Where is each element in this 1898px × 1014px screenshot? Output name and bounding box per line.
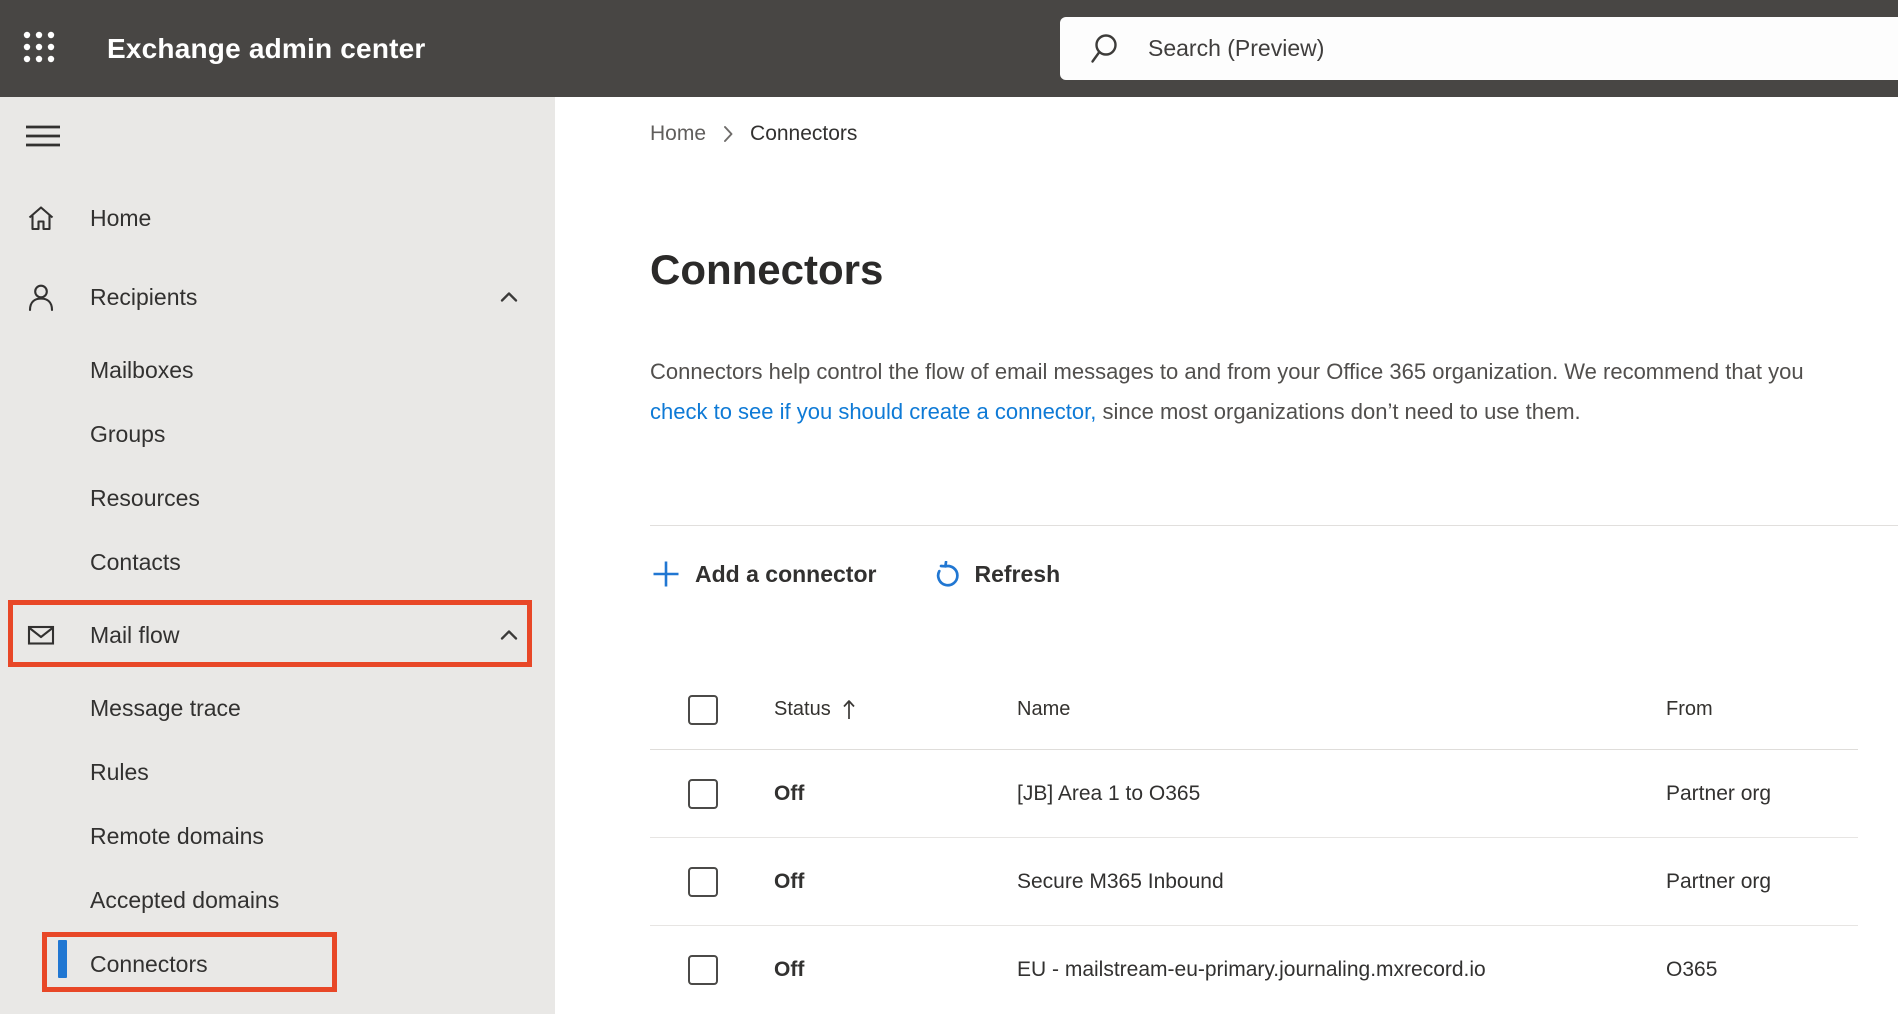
- sidebar-item-label: Connectors: [90, 950, 208, 977]
- sidebar-item-rules[interactable]: Rules: [0, 740, 555, 804]
- sidebar-item-label: Remote domains: [90, 822, 264, 849]
- sidebar-item-label: Rules: [90, 758, 149, 785]
- row-status: Off: [774, 781, 805, 805]
- app-launcher-icon: [23, 31, 55, 63]
- column-header-status[interactable]: Status: [774, 698, 1017, 722]
- row-from: Partner org: [1666, 869, 1772, 893]
- breadcrumb: Home Connectors: [650, 120, 1858, 147]
- toolbar-divider: [650, 525, 1898, 526]
- row-name: Secure M365 Inbound: [1017, 869, 1224, 893]
- select-all-checkbox[interactable]: [688, 694, 718, 725]
- plus-icon: [653, 561, 679, 587]
- refresh-label: Refresh: [974, 560, 1061, 587]
- sidebar-item-label: Resources: [90, 484, 200, 511]
- sidebar-item-groups[interactable]: Groups: [0, 402, 555, 466]
- row-checkbox[interactable]: [688, 866, 718, 897]
- sidebar-item-home[interactable]: Home: [0, 186, 555, 250]
- home-icon: [28, 206, 54, 231]
- row-from: O365: [1666, 958, 1718, 981]
- app-launcher-button[interactable]: [21, 29, 57, 65]
- connectors-table: Status Name From Off [JB] Area 1 to O365…: [650, 670, 1858, 1014]
- search-input[interactable]: [1060, 17, 1898, 80]
- envelope-icon: [27, 625, 55, 645]
- row-name: EU - mailstream-eu-primary.journaling.mx…: [1017, 958, 1486, 981]
- sidebar-item-contacts[interactable]: Contacts: [0, 530, 555, 594]
- sidebar-item-label: Groups: [90, 420, 166, 447]
- sidebar-item-message-trace[interactable]: Message trace: [0, 676, 555, 740]
- main-content: Home Connectors Connectors Connectors he…: [555, 97, 1898, 1014]
- table-row[interactable]: Off Secure M365 Inbound Partner org: [650, 838, 1858, 926]
- topbar: Exchange admin center: [0, 0, 1898, 97]
- sidebar-item-mailboxes[interactable]: Mailboxes: [0, 338, 555, 402]
- sidebar-nav: Home Recipients Mailboxes Groups Resourc…: [0, 97, 555, 1014]
- row-checkbox[interactable]: [688, 778, 718, 809]
- add-connector-button[interactable]: Add a connector: [650, 558, 876, 590]
- menu-toggle-button[interactable]: [24, 124, 62, 153]
- table-row[interactable]: Off EU - mailstream-eu-primary.journalin…: [650, 926, 1858, 1014]
- sidebar-item-label: Home: [90, 204, 152, 231]
- sidebar-items: Home Recipients Mailboxes Groups Resourc…: [0, 186, 555, 996]
- sidebar-item-recipients[interactable]: Recipients: [0, 265, 555, 329]
- chevron-up-icon[interactable]: [496, 622, 522, 648]
- create-connector-check-link[interactable]: check to see if you should create a conn…: [650, 399, 1096, 424]
- row-status: Off: [774, 869, 805, 893]
- app-title: Exchange admin center: [107, 33, 426, 64]
- sidebar-item-label: Contacts: [90, 548, 181, 575]
- row-checkbox[interactable]: [688, 955, 718, 985]
- hamburger-icon: [26, 125, 60, 147]
- sidebar-item-label: Accepted domains: [90, 886, 280, 913]
- sidebar-item-resources[interactable]: Resources: [0, 466, 555, 530]
- breadcrumb-current: Connectors: [750, 121, 858, 145]
- table-row[interactable]: Off [JB] Area 1 to O365 Partner org: [650, 750, 1858, 838]
- row-status: Off: [774, 958, 805, 981]
- toolbar: Add a connector Refresh: [650, 552, 1858, 596]
- page-description: Connectors help control the flow of emai…: [650, 352, 1858, 432]
- sort-ascending-icon: [843, 699, 855, 719]
- chevron-up-icon[interactable]: [496, 284, 522, 310]
- refresh-icon: [937, 560, 960, 587]
- row-from: Partner org: [1666, 781, 1772, 805]
- sidebar-item-accepted-domains[interactable]: Accepted domains: [0, 868, 555, 932]
- page-title: Connectors: [650, 246, 884, 293]
- refresh-button[interactable]: Refresh: [934, 560, 1061, 588]
- table-header-row: Status Name From: [650, 670, 1858, 750]
- row-name: [JB] Area 1 to O365: [1017, 781, 1201, 805]
- add-connector-label: Add a connector: [695, 560, 877, 587]
- sidebar-item-label: Message trace: [90, 694, 241, 721]
- column-header-name[interactable]: Name: [1017, 698, 1666, 721]
- sidebar-item-connectors[interactable]: Connectors: [0, 932, 555, 996]
- description-text: since most organizations don’t need to u…: [1096, 399, 1581, 424]
- breadcrumb-home-link[interactable]: Home: [650, 122, 706, 146]
- sidebar-item-mail-flow[interactable]: Mail flow: [0, 603, 555, 667]
- sidebar-item-remote-domains[interactable]: Remote domains: [0, 804, 555, 868]
- chevron-right-icon: [722, 124, 734, 144]
- column-header-from[interactable]: From: [1666, 698, 1858, 721]
- person-icon: [28, 284, 54, 312]
- sidebar-item-label: Mailboxes: [90, 356, 194, 383]
- description-text: Connectors help control the flow of emai…: [650, 359, 1804, 384]
- search-box[interactable]: [1060, 17, 1898, 80]
